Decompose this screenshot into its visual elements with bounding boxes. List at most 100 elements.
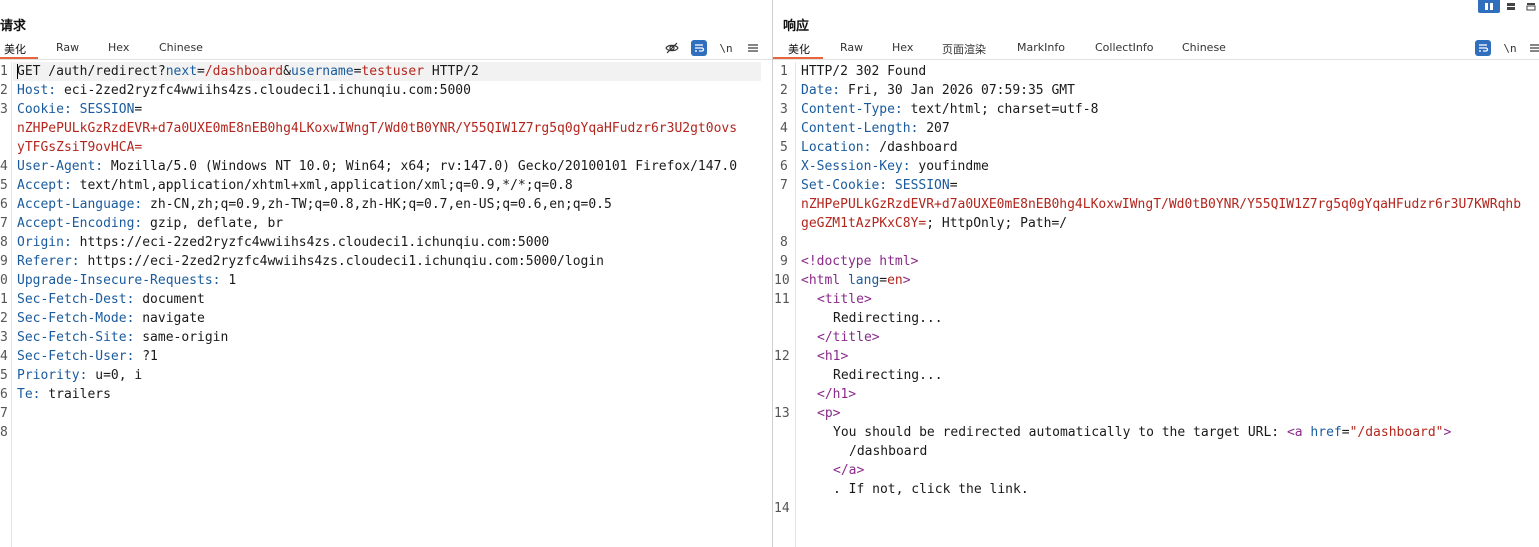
line-number: 8 [0, 235, 8, 250]
response-active-tab-indicator [773, 57, 823, 59]
line-number: 11 [774, 292, 790, 307]
header-priority: Priority: u=0, i [17, 368, 143, 383]
header-sec-fetch-dest: Sec-Fetch-Dest: document [17, 292, 205, 307]
header-set-cookie: Set-Cookie: SESSION= [801, 178, 958, 193]
request-line: GET /auth/redirect?next=/dashboard&usern… [17, 64, 479, 79]
line-number: 4 [780, 121, 788, 136]
header-content-type: Content-Type: text/html; charset=utf-8 [801, 102, 1099, 117]
html-doctype: <!doctype html> [801, 254, 919, 269]
line-number: 3 [0, 102, 8, 117]
request-gutter: 1 2 3 4 5 6 7 8 9 0 1 2 3 4 5 6 7 8 [0, 62, 12, 547]
header-content-length: Content-Length: 207 [801, 121, 950, 136]
cookie-value: nZHPePULkGzRzdEVR+d7a0UXE0mE8nEB0hg4LKox… [17, 121, 738, 136]
line-number: 5 [0, 368, 8, 383]
line-number: 6 [0, 197, 8, 212]
line-number: 1 [780, 64, 788, 79]
line-number: 2 [0, 311, 8, 326]
response-tab-hex[interactable]: Hex [892, 41, 913, 54]
response-tab-markinfo[interactable]: MarkInfo [1017, 41, 1065, 54]
line-number: 2 [0, 83, 8, 98]
line-number: 12 [774, 349, 790, 364]
wrap-lines-icon[interactable] [1475, 40, 1491, 56]
header-upgrade-insecure-requests: Upgrade-Insecure-Requests: 1 [17, 273, 237, 288]
eye-off-icon[interactable] [664, 40, 680, 56]
line-number: 6 [780, 159, 788, 174]
line-number: 13 [774, 406, 790, 421]
single-pane-icon[interactable] [1523, 0, 1539, 13]
request-pane: 请求 美化 Raw Hex Chinese \n 1 2 3 4 5 6 7 8… [0, 0, 772, 547]
line-number: 2 [780, 83, 788, 98]
response-pane: 响应 美化 Raw Hex 页面渲染 MarkInfo CollectInfo … [773, 0, 1539, 547]
line-number: 7 [780, 178, 788, 193]
request-tab-chinese[interactable]: Chinese [159, 41, 203, 54]
request-tabbar: 美化 Raw Hex Chinese [0, 37, 772, 60]
line-number: 3 [780, 102, 788, 117]
h1-close-tag: </h1> [817, 387, 857, 402]
line-number: 8 [0, 425, 8, 440]
wrap-lines-icon[interactable] [691, 40, 707, 56]
set-cookie-value-continued: geGZM1tAzPKxC8Y=; HttpOnly; Path=/ [801, 216, 1068, 231]
request-title: 请求 [0, 19, 27, 34]
split-vertical-icon[interactable] [1503, 0, 1519, 13]
p-text: You should be redirected automatically t… [833, 425, 1452, 440]
anchor-text: /dashboard [849, 444, 928, 459]
response-tab-chinese[interactable]: Chinese [1182, 41, 1226, 54]
newline-toggle-button[interactable]: \n [718, 40, 734, 56]
response-editor[interactable]: 1 2 3 4 5 6 7 8 9 10 11 12 13 14 HTTP/2 … [773, 62, 1539, 547]
request-tab-pretty[interactable]: 美化 [4, 41, 26, 57]
header-host: Host: eci-2zed2ryzfc4wwiihs4zs.cloudeci1… [17, 83, 471, 98]
p-open-tag: <p> [817, 406, 841, 421]
header-user-agent: User-Agent: Mozilla/5.0 (Windows NT 10.0… [17, 159, 738, 174]
request-tab-raw[interactable]: Raw [56, 41, 79, 54]
request-editor[interactable]: 1 2 3 4 5 6 7 8 9 0 1 2 3 4 5 6 7 8 GET … [0, 62, 772, 547]
p-tail-text: . If not, click the link. [833, 482, 1029, 497]
header-sec-fetch-mode: Sec-Fetch-Mode: navigate [17, 311, 205, 326]
header-accept: Accept: text/html,application/xhtml+xml,… [17, 178, 573, 193]
response-tab-render[interactable]: 页面渲染 [942, 41, 986, 57]
request-tab-hex[interactable]: Hex [108, 41, 129, 54]
line-number: 7 [0, 406, 8, 421]
line-number: 8 [780, 235, 788, 250]
header-sec-fetch-user: Sec-Fetch-User: ?1 [17, 349, 158, 364]
header-sec-fetch-site: Sec-Fetch-Site: same-origin [17, 330, 229, 345]
line-number: 9 [0, 254, 8, 269]
line-number: 1 [0, 64, 8, 79]
split-horizontal-icon[interactable] [1478, 0, 1500, 13]
h1-open-tag: <h1> [817, 349, 849, 364]
newline-toggle-button[interactable]: \n [1502, 40, 1518, 56]
line-number: 5 [0, 178, 8, 193]
line-number: 9 [780, 254, 788, 269]
response-tabbar: 美化 Raw Hex 页面渲染 MarkInfo CollectInfo Chi… [773, 37, 1539, 60]
header-origin: Origin: https://eci-2zed2ryzfc4wwiihs4zs… [17, 235, 550, 250]
header-cookie: Cookie: SESSION= [17, 102, 143, 117]
header-accept-encoding: Accept-Encoding: gzip, deflate, br [17, 216, 284, 231]
response-tab-raw[interactable]: Raw [840, 41, 863, 54]
title-text: Redirecting... [833, 311, 943, 326]
line-number: 3 [0, 330, 8, 345]
set-cookie-value: nZHPePULkGzRzdEVR+d7a0UXE0mE8nEB0hg4LKox… [801, 197, 1522, 212]
response-gutter: 1 2 3 4 5 6 7 8 9 10 11 12 13 14 [773, 62, 796, 547]
line-number: 5 [780, 140, 788, 155]
response-tab-collectinfo[interactable]: CollectInfo [1095, 41, 1153, 54]
menu-icon[interactable] [1527, 40, 1539, 56]
header-referer: Referer: https://eci-2zed2ryzfc4wwiihs4z… [17, 254, 605, 269]
line-number: 10 [774, 273, 790, 288]
line-number: 4 [0, 159, 8, 174]
line-number: 7 [0, 216, 8, 231]
cookie-value-continued: yTFGsZsiT9ovHCA= [17, 140, 143, 155]
anchor-close-tag: </a> [833, 463, 865, 478]
h1-text: Redirecting... [833, 368, 943, 383]
line-number: 4 [0, 349, 8, 364]
line-number: 14 [774, 501, 790, 516]
header-accept-language: Accept-Language: zh-CN,zh;q=0.9,zh-TW;q=… [17, 197, 612, 212]
response-tab-pretty[interactable]: 美化 [788, 41, 810, 57]
header-location: Location: /dashboard [801, 140, 958, 155]
line-number: 0 [0, 273, 8, 288]
menu-icon[interactable] [745, 40, 761, 56]
request-active-tab-indicator [0, 57, 38, 59]
line-number: 1 [0, 292, 8, 307]
header-x-session-key: X-Session-Key: youfindme [801, 159, 989, 174]
line-number: 6 [0, 387, 8, 402]
html-open-tag: <html lang=en> [801, 273, 911, 288]
header-date: Date: Fri, 30 Jan 2026 07:59:35 GMT [801, 83, 1075, 98]
